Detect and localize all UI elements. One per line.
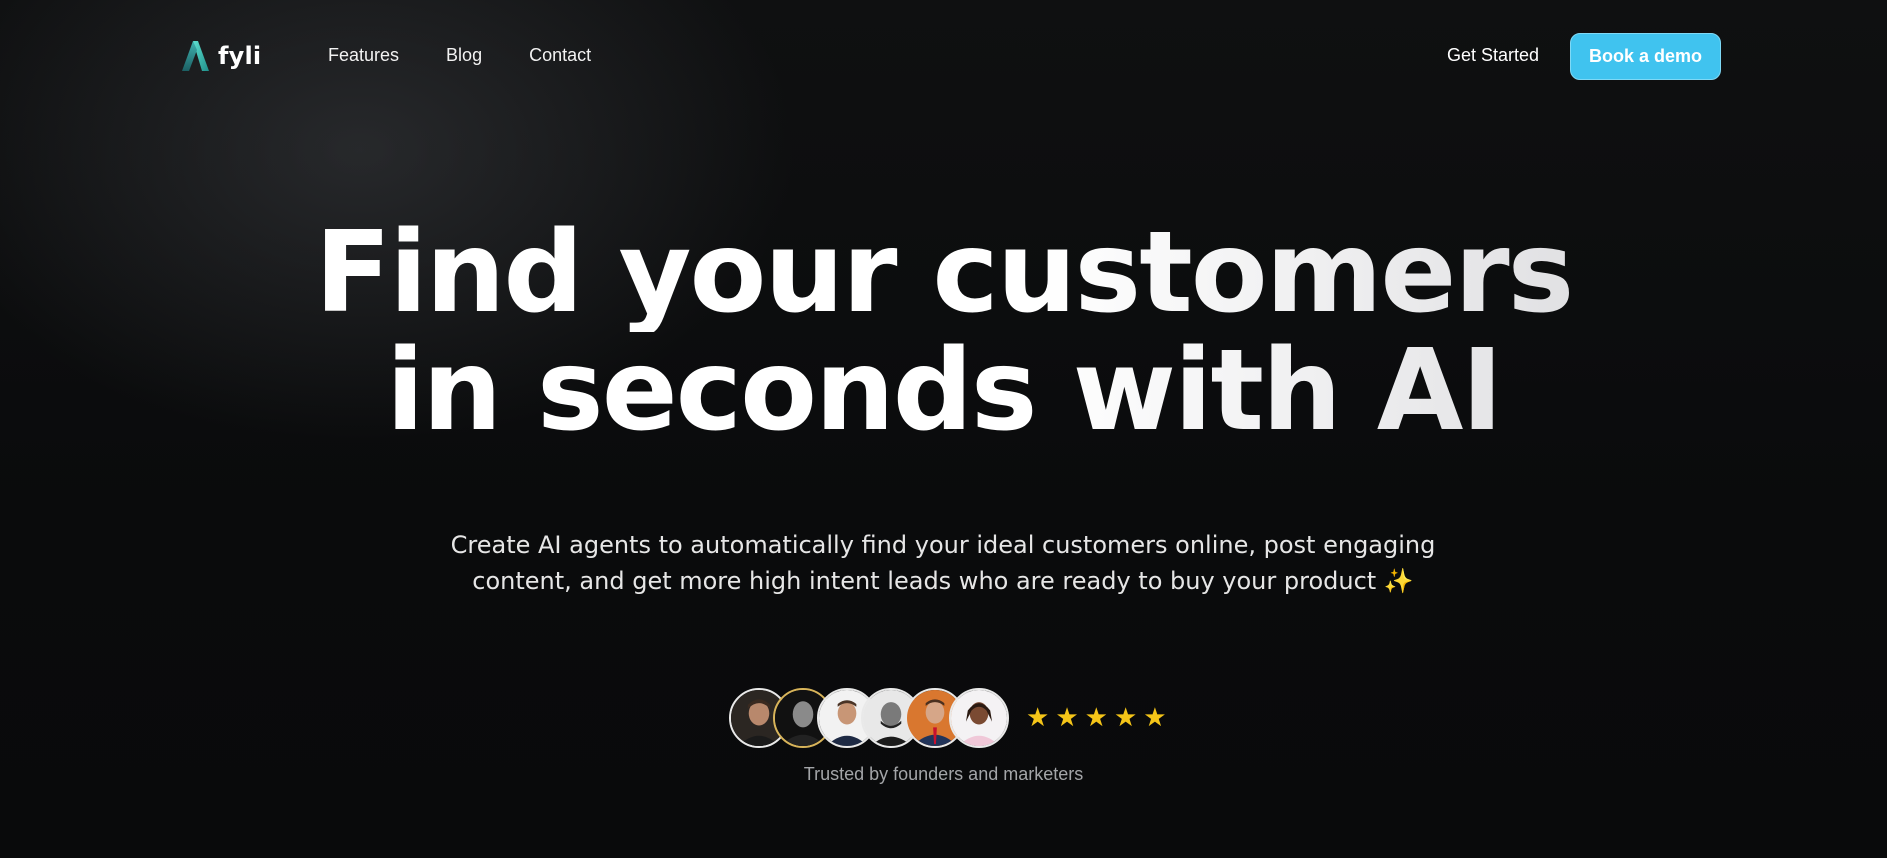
star-icon: ★ — [1084, 702, 1108, 732]
brand-logo-link[interactable]: fyli — [180, 40, 261, 72]
nav-link-blog[interactable]: Blog — [446, 45, 482, 66]
top-navigation: fyli Features Blog Contact Get Started B… — [0, 0, 1887, 112]
trusted-caption: Trusted by founders and marketers — [803, 764, 1084, 784]
star-icon: ★ — [1055, 702, 1079, 732]
book-demo-button[interactable]: Book a demo — [1570, 33, 1721, 80]
nav-links: Features Blog Contact — [328, 45, 591, 66]
star-icon: ★ — [1143, 702, 1167, 732]
hero-headline-line-1: Find your customers — [0, 214, 1887, 332]
hero-headline: Find your customers in seconds with AI — [0, 214, 1887, 450]
avatar — [949, 688, 1009, 748]
fyli-logo-icon — [182, 41, 209, 71]
brand-name: fyli — [218, 42, 262, 70]
hero-headline-line-2: in seconds with AI — [0, 332, 1887, 450]
rating-stars: ★ ★ ★ ★ ★ — [1026, 704, 1167, 730]
landing-page: fyli Features Blog Contact Get Started B… — [0, 0, 1887, 858]
get-started-link[interactable]: Get Started — [1447, 45, 1539, 66]
customer-avatars — [729, 688, 1015, 752]
nav-link-features[interactable]: Features — [328, 45, 399, 66]
star-icon: ★ — [1113, 702, 1138, 732]
star-icon: ★ — [1026, 702, 1050, 732]
hero-subtitle: Create AI agents to automatically find y… — [450, 531, 1436, 595]
nav-link-contact[interactable]: Contact — [529, 45, 591, 66]
